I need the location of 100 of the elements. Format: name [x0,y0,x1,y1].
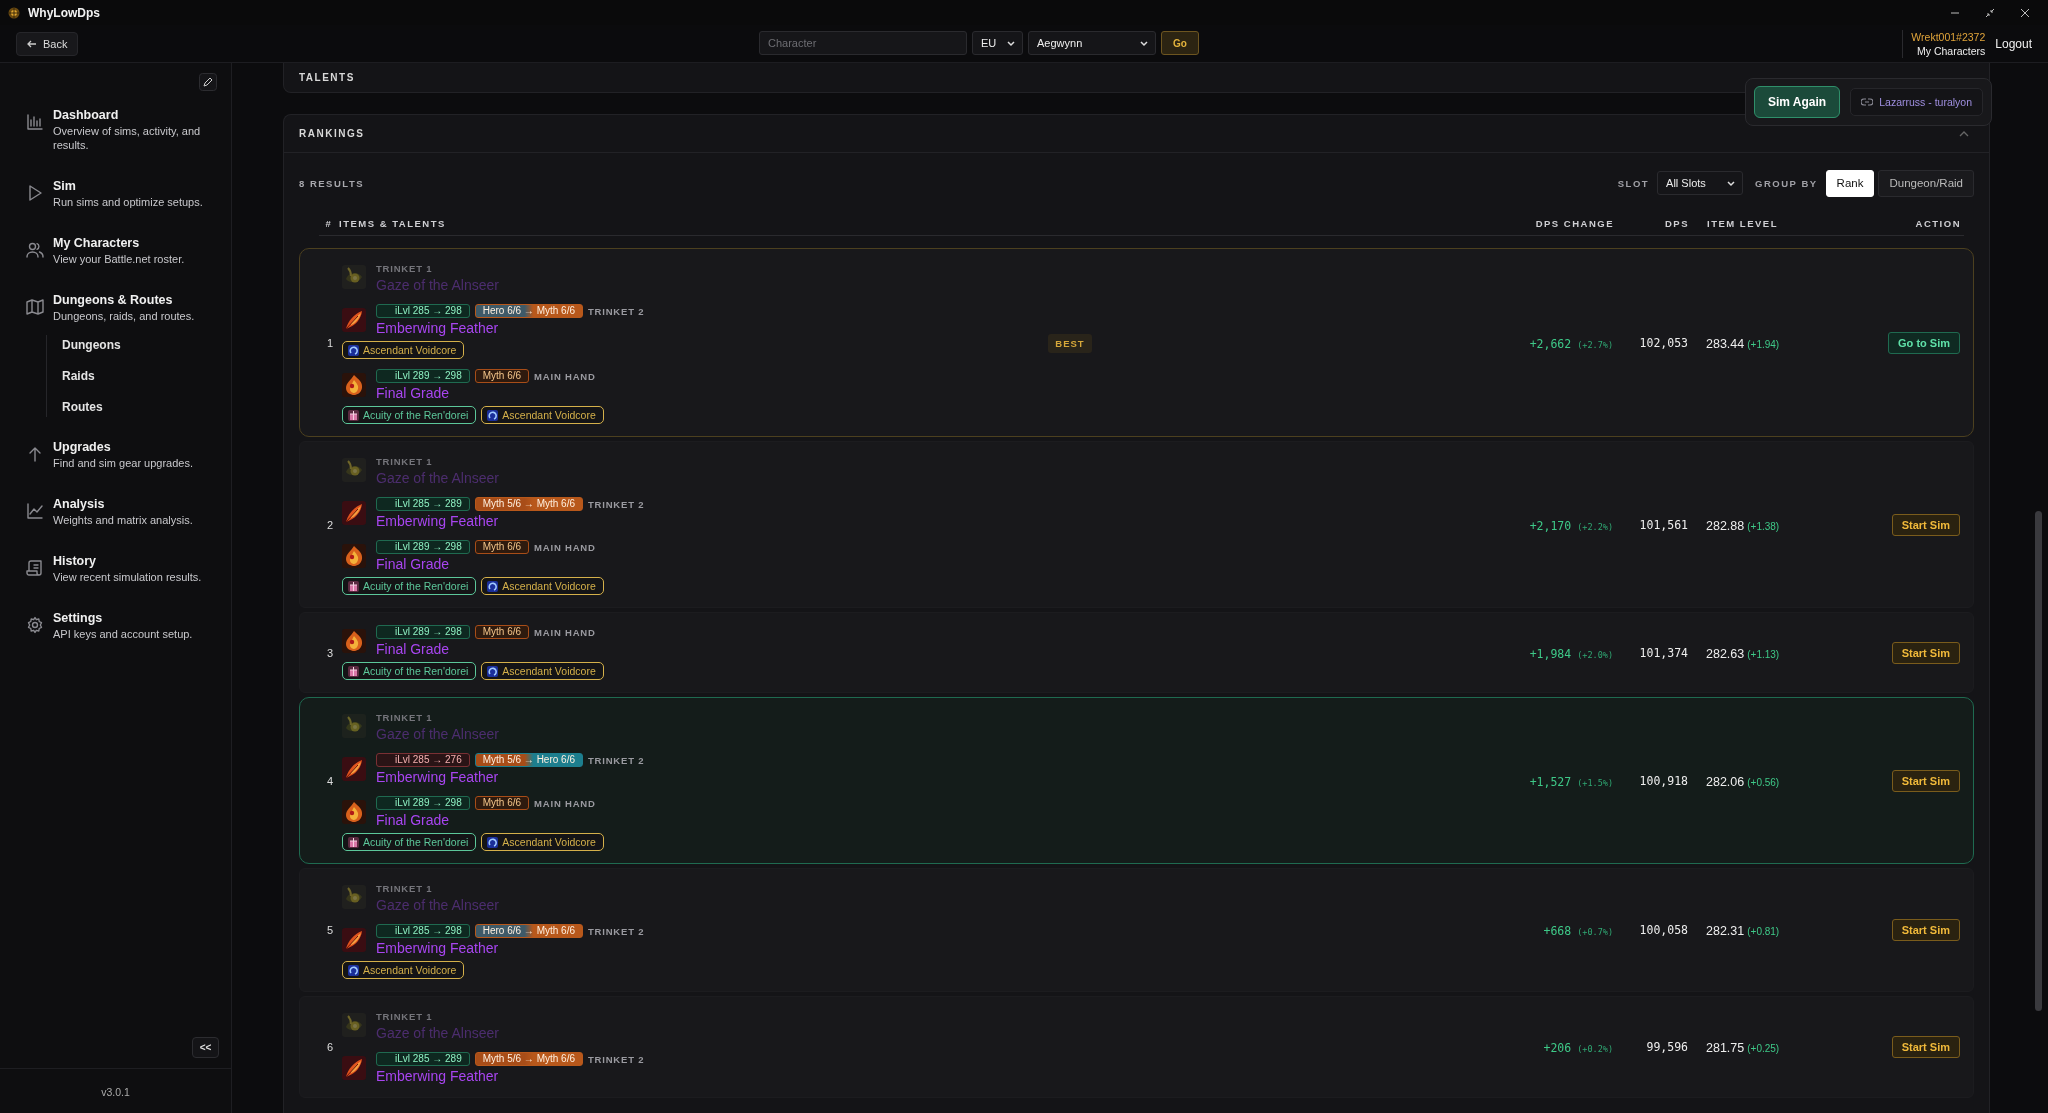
rank-number: 3 [325,646,335,659]
item-level-tag: iLvl 289 → 298 [376,540,470,554]
nav-description: API keys and account setup. [53,627,194,641]
item-level-value: 283.44 [1706,336,1745,351]
collapse-button[interactable]: << [192,1037,219,1058]
item-level-value: 282.63 [1706,646,1745,661]
dps-change-value: +1,984 [1529,646,1572,661]
group-by-toggle[interactable]: Rank [1825,169,1875,197]
rank-number: 6 [325,1041,335,1053]
sim-button[interactable]: Start Sim [1891,919,1960,941]
logout-link[interactable]: Logout [1995,36,2032,51]
item-level-value: 282.06 [1706,774,1745,789]
enhancement-icon [348,964,359,976]
pencil-icon[interactable] [199,73,217,91]
ranking-row[interactable]: 3 iLvl 289 → 298 Myth 6/6 MAIN HAND Final Grade Acuity of the Ren'dorei Ascendant Voidcore +1,984 (+2.0%) 101,374 282.63 (+1.13) Start Sim [299,612,1974,693]
sim-button[interactable]: Start Sim [1891,641,1960,664]
go-button[interactable]: Go [1161,31,1199,55]
dps-value: 100,918 [1638,773,1688,788]
app-logo-icon [8,6,20,19]
arrow-left-icon [27,38,37,49]
item-name[interactable]: Emberwing Feather [376,513,645,530]
chevron-down-icon [1726,178,1737,188]
slot-label: TRINKET 2 [588,754,645,766]
nav-description: View your Battle.net roster. [53,252,186,266]
item-level-delta: (+1.94) [1747,338,1780,350]
ranking-row[interactable]: 6 TRINKET 1 Gaze of the Alnseer iLvl 285 → 289 Myth 5/6 → Myth 6/6 TRINKET 2 Emberwing Feather +206 (+0.2%) 99,596 281.75 (+0.25) Start Sim [299,996,1974,1098]
slot-label: TRINKET 1 [376,1010,433,1022]
column-header: ITEMS & TALENTS [339,217,447,229]
group-by-label: GROUP BY [1755,177,1818,189]
item-name[interactable]: Emberwing Feather [376,769,645,786]
restore-icon[interactable] [1985,7,1995,18]
item-level-value: 282.88 [1706,518,1745,533]
enhancement-tag: Acuity of the Ren'dorei [342,577,477,595]
scrollbar-thumb[interactable] [2035,511,2042,1011]
nav-subitem[interactable]: Routes [62,399,231,415]
nav-subitem[interactable]: Raids [62,368,231,384]
sim-button[interactable]: Start Sim [1891,1036,1960,1058]
close-icon[interactable] [2020,7,2030,18]
sim-again-button[interactable]: Sim Again [1753,86,1841,118]
upgrade-track-tag: Myth 5/6 → Hero 6/6 [474,753,583,767]
ranking-row[interactable] [299,248,1974,437]
nav-subitem[interactable]: Dungeons [62,337,231,353]
version-text: v3.0.1 [100,1085,131,1100]
group-by-toggle[interactable]: Dungeon/Raid [1878,169,1974,197]
item-level-delta: (+1.38) [1747,520,1780,532]
sim-button[interactable]: Start Sim [1891,769,1960,792]
enhancement-icon [348,409,359,421]
item-name[interactable]: Final Grade [376,385,596,402]
my-characters-link[interactable]: My Characters [1917,43,1986,58]
item-name[interactable]: Emberwing Feather [376,940,645,957]
column-header: DPS CHANGE [1534,217,1614,229]
rank-number: 2 [325,518,335,531]
enhancement-tag: Ascendant Voidcore [342,341,465,359]
realm-select[interactable]: Aegwynn [1028,31,1156,55]
item-name[interactable]: Final Grade [376,812,596,829]
nav-title: Upgrades [53,439,112,455]
item-name[interactable]: Final Grade [376,641,596,658]
item-name[interactable]: Emberwing Feather [376,1068,645,1085]
slot-select[interactable]: All Slots [1657,171,1744,195]
enhancement-tag: Ascendant Voidcore [481,833,604,851]
ranking-row[interactable]: 5 TRINKET 1 Gaze of the Alnseer iLvl 285 → 298 Hero 6/6 → Myth 6/6 TRINKET 2 Emberwing Feather Ascendant Voidcore +668 (+0.7%) 100,058 282.31 (+0.81) Start Sim [299,868,1974,992]
item-name[interactable]: Final Grade [376,556,596,573]
enhancement-icon [487,665,499,677]
column-header: # [324,217,334,229]
item-level-tag: iLvl 289 → 298 [376,369,470,383]
enhancement-tag: Ascendant Voidcore [481,406,604,424]
enhancement-icon [348,665,359,677]
item-level-value: 281.75 [1706,1041,1745,1055]
item-name[interactable]: Emberwing Feather [376,320,645,337]
upgrade-track-tag: Myth 6/6 [474,625,530,639]
slot-label: MAIN HAND [534,541,596,553]
nav-icon [26,502,44,520]
dps-value: 102,053 [1638,335,1688,350]
enhancement-icon [487,580,499,592]
nav-icon [26,113,44,131]
nav-description: Overview of sims, activity, and results. [53,124,202,152]
nav-title: Dungeons & Routes [53,292,174,308]
upgrade-track-tag: Myth 6/6 [474,369,530,383]
sim-button[interactable]: Start Sim [1891,513,1960,536]
region-select[interactable]: EU [972,31,1023,55]
sim-button[interactable]: Go to Sim [1888,331,1960,354]
character-field[interactable]: Character [759,31,967,55]
enhancement-icon [348,836,359,848]
enhancement-tag: Ascendant Voidcore [481,662,604,680]
nav-title: Sim [53,178,77,194]
section-title[interactable]: RANKINGS [299,128,365,139]
rank-number: 1 [325,336,335,349]
nav-description: Run sims and optimize setups. [53,195,203,209]
ranking-row[interactable] [299,697,1974,864]
slot-label: TRINKET 1 [376,455,433,467]
back-button[interactable]: Back [16,31,79,56]
slot-label: MAIN HAND [534,626,596,638]
slot-label: TRINKET 2 [588,1053,645,1065]
nav-description: Find and sim gear upgrades. [53,456,195,470]
character-link[interactable]: Lazarruss - turalyon [1850,88,1983,116]
slot-label: MAIN HAND [534,370,596,382]
nav-icon [26,298,44,316]
section-title[interactable]: TALENTS [299,72,355,83]
chevron-up-icon[interactable] [1959,130,1969,137]
ranking-row[interactable] [299,441,1974,608]
